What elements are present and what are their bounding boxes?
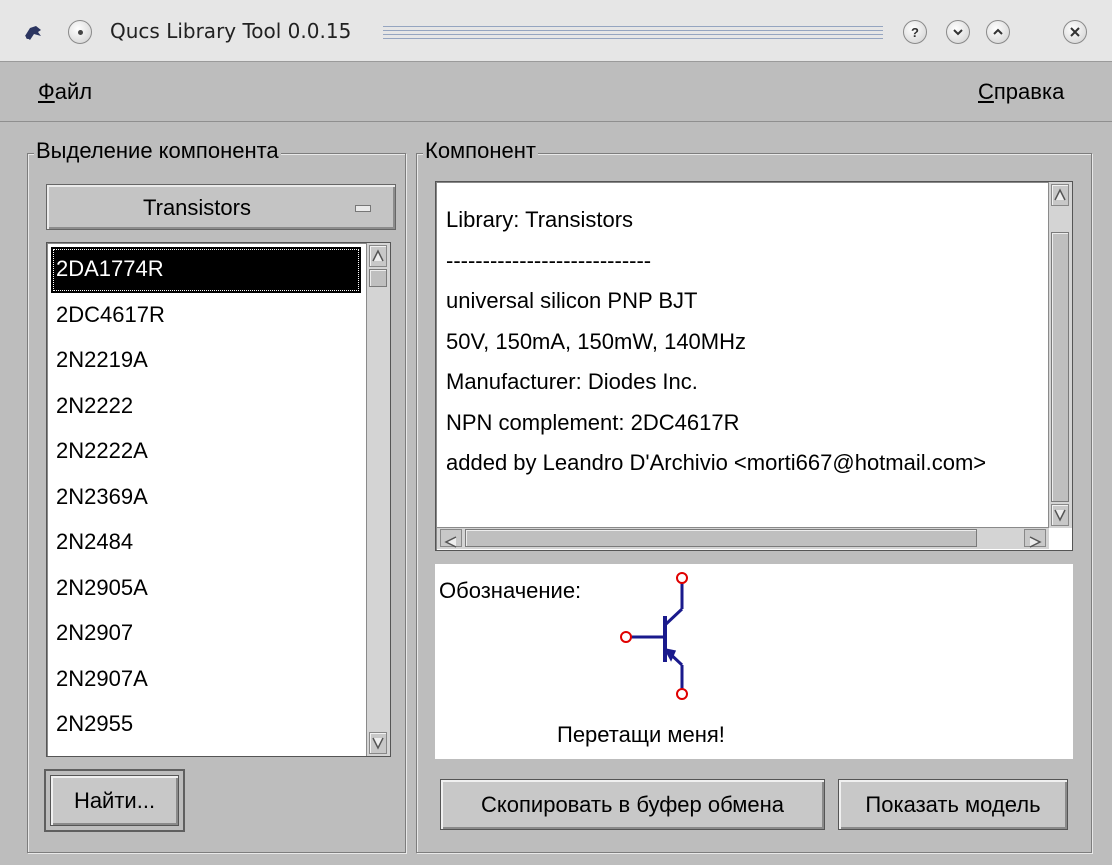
component-list-item[interactable]: 2N2369A	[51, 475, 361, 521]
menu-bar: Файл Справка	[0, 63, 1112, 122]
menu-file-mnemonic: Ф	[38, 79, 55, 104]
arrow-up-icon	[372, 249, 384, 262]
component-list-item[interactable]: 2N3019	[51, 748, 361, 757]
menu-help[interactable]: Справка	[978, 79, 1064, 105]
component-selection-title: Выделение компонента	[34, 138, 281, 164]
component-list-item[interactable]: 2N2484	[51, 520, 361, 566]
window-titlebar: Qucs Library Tool 0.0.15 ?	[0, 0, 1112, 62]
copy-to-clipboard-button[interactable]: Скопировать в буфер обмена	[440, 779, 825, 830]
description-line: NPN complement: 2DC4617R	[446, 409, 740, 435]
dropdown-indicator-icon	[355, 205, 371, 212]
help-button[interactable]: ?	[903, 20, 927, 44]
drag-hint: Перетащи меня!	[557, 722, 725, 747]
library-select[interactable]: Transistors	[46, 184, 396, 230]
component-list-item[interactable]: 2N2219A	[51, 338, 361, 384]
component-list-item[interactable]: 2N2955	[51, 702, 361, 748]
menu-help-rest: правка	[993, 79, 1065, 104]
description-vscrollbar[interactable]	[1048, 182, 1072, 528]
arrow-left-icon	[444, 536, 457, 548]
chevron-up-icon	[993, 28, 1003, 35]
app-icon[interactable]	[22, 22, 44, 44]
description-line: universal silicon PNP BJT	[446, 288, 698, 313]
search-button[interactable]: Найти...	[50, 775, 179, 826]
desc-scroll-right-button[interactable]	[1024, 529, 1046, 548]
arrow-down-icon	[1054, 509, 1066, 522]
component-list[interactable]: 2DA1774R 2DC4617R 2N2219A 2N2222 2N2222A 2N23…	[46, 242, 391, 757]
titlebar-decoration	[383, 26, 883, 40]
desc-hscroll-thumb[interactable]	[465, 529, 977, 547]
component-list-items: 2DA1774R 2DC4617R 2N2219A 2N2222 2N2222A 2N23…	[51, 247, 361, 757]
dot-icon	[77, 29, 83, 35]
description-line: ----------------------------	[446, 247, 652, 273]
description-line: added by Leandro D'Archivio <morti667@ho…	[446, 450, 987, 475]
description-line: 50V, 150mA, 150mW, 140MHz	[446, 328, 747, 354]
component-group-title: Компонент	[423, 138, 538, 164]
scroll-thumb[interactable]	[369, 269, 387, 287]
description-hscrollbar[interactable]	[437, 527, 1049, 549]
scroll-up-button[interactable]	[369, 245, 387, 267]
show-model-button[interactable]: Показать модель	[838, 779, 1068, 830]
arrow-right-icon	[1029, 536, 1042, 548]
close-icon	[1070, 27, 1080, 37]
menu-file-rest: айл	[54, 79, 93, 104]
desc-scroll-left-button[interactable]	[440, 529, 462, 548]
scroll-down-button[interactable]	[369, 732, 387, 754]
search-button-frame: Найти...	[44, 769, 185, 832]
component-description[interactable]: Library: Transistors --------------------…	[435, 181, 1073, 551]
component-list-item[interactable]: 2DA1774R	[51, 247, 361, 293]
maximize-button[interactable]	[986, 20, 1010, 44]
close-button[interactable]	[1063, 20, 1087, 44]
arrow-down-icon	[372, 737, 384, 750]
chevron-down-icon	[953, 29, 963, 36]
library-select-value: Transistors	[143, 195, 251, 220]
component-list-item[interactable]: 2N2222	[51, 384, 361, 430]
component-list-item[interactable]: 2N2907A	[51, 657, 361, 703]
description-text: Library: Transistors --------------------…	[446, 200, 1041, 484]
symbol-label: Обозначение:	[439, 578, 582, 603]
component-list-item[interactable]: 2N2905A	[51, 566, 361, 612]
transistor-symbol-icon[interactable]	[615, 569, 715, 704]
menu-file[interactable]: Файл	[38, 79, 92, 105]
minimize-button[interactable]	[946, 20, 970, 44]
menu-help-mnemonic: С	[978, 79, 994, 104]
arrow-up-icon	[1054, 188, 1066, 201]
component-list-scrollbar[interactable]	[366, 243, 390, 756]
window-title: Qucs Library Tool 0.0.15	[110, 19, 352, 43]
component-list-item[interactable]: 2DC4617R	[51, 293, 361, 339]
description-line: Manufacturer: Diodes Inc.	[446, 369, 698, 394]
window-menu-button[interactable]	[68, 20, 92, 44]
component-list-item[interactable]: 2N2222A	[51, 429, 361, 475]
description-line: Library: Transistors	[446, 207, 634, 232]
desc-scroll-up-button[interactable]	[1051, 184, 1069, 206]
symbol-panel[interactable]: Обозначение: Перетащи меня!	[435, 564, 1073, 759]
desc-scroll-down-button[interactable]	[1051, 504, 1069, 526]
component-list-item[interactable]: 2N2907	[51, 611, 361, 657]
desc-vscroll-thumb[interactable]	[1051, 232, 1069, 502]
